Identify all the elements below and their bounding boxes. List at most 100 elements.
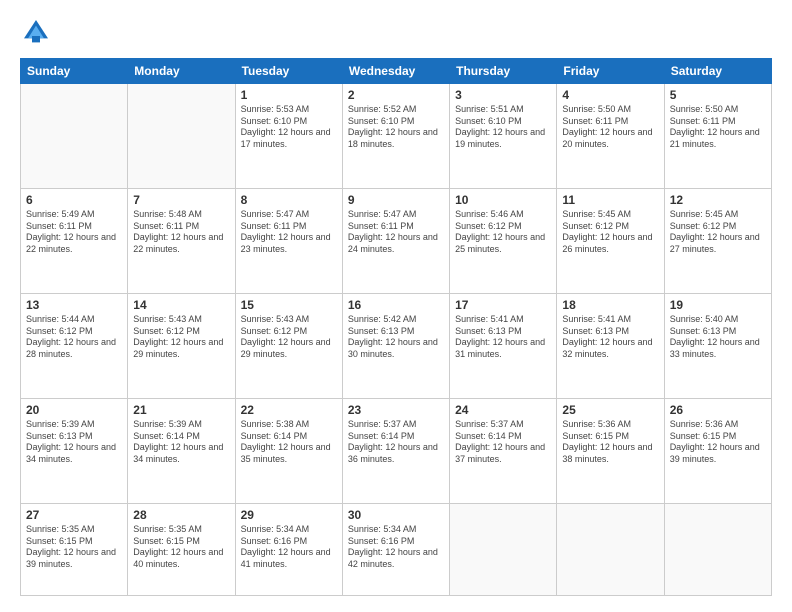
day-info: Sunrise: 5:39 AM Sunset: 6:13 PM Dayligh…: [26, 419, 122, 466]
day-info: Sunrise: 5:47 AM Sunset: 6:11 PM Dayligh…: [348, 209, 444, 256]
calendar-cell: 16 Sunrise: 5:42 AM Sunset: 6:13 PM Dayli…: [342, 293, 449, 398]
logo-icon: [20, 16, 52, 48]
calendar-cell: 22 Sunrise: 5:38 AM Sunset: 6:14 PM Dayli…: [235, 398, 342, 503]
day-number: 11: [562, 193, 658, 207]
calendar-week-2: 6 Sunrise: 5:49 AM Sunset: 6:11 PM Daylig…: [21, 188, 772, 293]
calendar-cell: 21 Sunrise: 5:39 AM Sunset: 6:14 PM Dayli…: [128, 398, 235, 503]
day-number: 14: [133, 298, 229, 312]
calendar-week-5: 27 Sunrise: 5:35 AM Sunset: 6:15 PM Dayli…: [21, 503, 772, 595]
day-number: 26: [670, 403, 766, 417]
weekday-header-friday: Friday: [557, 59, 664, 84]
weekday-header-tuesday: Tuesday: [235, 59, 342, 84]
day-number: 30: [348, 508, 444, 522]
day-info: Sunrise: 5:50 AM Sunset: 6:11 PM Dayligh…: [562, 104, 658, 151]
day-number: 16: [348, 298, 444, 312]
day-number: 2: [348, 88, 444, 102]
day-info: Sunrise: 5:37 AM Sunset: 6:14 PM Dayligh…: [348, 419, 444, 466]
calendar-cell: 19 Sunrise: 5:40 AM Sunset: 6:13 PM Dayli…: [664, 293, 771, 398]
day-number: 21: [133, 403, 229, 417]
day-info: Sunrise: 5:47 AM Sunset: 6:11 PM Dayligh…: [241, 209, 337, 256]
calendar-cell: 9 Sunrise: 5:47 AM Sunset: 6:11 PM Daylig…: [342, 188, 449, 293]
day-info: Sunrise: 5:43 AM Sunset: 6:12 PM Dayligh…: [133, 314, 229, 361]
calendar-cell: 25 Sunrise: 5:36 AM Sunset: 6:15 PM Dayli…: [557, 398, 664, 503]
weekday-header-wednesday: Wednesday: [342, 59, 449, 84]
day-info: Sunrise: 5:40 AM Sunset: 6:13 PM Dayligh…: [670, 314, 766, 361]
day-info: Sunrise: 5:44 AM Sunset: 6:12 PM Dayligh…: [26, 314, 122, 361]
calendar-cell: 20Sunrise: 5:39 AM Sunset: 6:13 PM Dayli…: [21, 398, 128, 503]
day-info: Sunrise: 5:34 AM Sunset: 6:16 PM Dayligh…: [241, 524, 337, 571]
day-info: Sunrise: 5:42 AM Sunset: 6:13 PM Dayligh…: [348, 314, 444, 361]
calendar-cell: [21, 84, 128, 189]
day-info: Sunrise: 5:52 AM Sunset: 6:10 PM Dayligh…: [348, 104, 444, 151]
weekday-header-thursday: Thursday: [450, 59, 557, 84]
calendar-cell: 3 Sunrise: 5:51 AM Sunset: 6:10 PM Daylig…: [450, 84, 557, 189]
day-number: 10: [455, 193, 551, 207]
day-info: Sunrise: 5:36 AM Sunset: 6:15 PM Dayligh…: [670, 419, 766, 466]
day-info: Sunrise: 5:39 AM Sunset: 6:14 PM Dayligh…: [133, 419, 229, 466]
day-info: Sunrise: 5:49 AM Sunset: 6:11 PM Dayligh…: [26, 209, 122, 256]
calendar-week-3: 13Sunrise: 5:44 AM Sunset: 6:12 PM Dayli…: [21, 293, 772, 398]
calendar-cell: 7 Sunrise: 5:48 AM Sunset: 6:11 PM Daylig…: [128, 188, 235, 293]
day-number: 28: [133, 508, 229, 522]
calendar-cell: 12 Sunrise: 5:45 AM Sunset: 6:12 PM Dayli…: [664, 188, 771, 293]
calendar-cell: 13Sunrise: 5:44 AM Sunset: 6:12 PM Dayli…: [21, 293, 128, 398]
day-info: Sunrise: 5:35 AM Sunset: 6:15 PM Dayligh…: [26, 524, 122, 571]
day-info: Sunrise: 5:48 AM Sunset: 6:11 PM Dayligh…: [133, 209, 229, 256]
calendar-cell: 1 Sunrise: 5:53 AM Sunset: 6:10 PM Daylig…: [235, 84, 342, 189]
day-info: Sunrise: 5:50 AM Sunset: 6:11 PM Dayligh…: [670, 104, 766, 151]
day-number: 15: [241, 298, 337, 312]
day-number: 24: [455, 403, 551, 417]
day-number: 8: [241, 193, 337, 207]
day-number: 12: [670, 193, 766, 207]
day-info: Sunrise: 5:43 AM Sunset: 6:12 PM Dayligh…: [241, 314, 337, 361]
day-info: Sunrise: 5:46 AM Sunset: 6:12 PM Dayligh…: [455, 209, 551, 256]
day-number: 17: [455, 298, 551, 312]
calendar-cell: 29 Sunrise: 5:34 AM Sunset: 6:16 PM Dayli…: [235, 503, 342, 595]
calendar-cell: [557, 503, 664, 595]
day-info: Sunrise: 5:38 AM Sunset: 6:14 PM Dayligh…: [241, 419, 337, 466]
calendar-cell: 10 Sunrise: 5:46 AM Sunset: 6:12 PM Dayli…: [450, 188, 557, 293]
day-number: 4: [562, 88, 658, 102]
calendar-cell: 27 Sunrise: 5:35 AM Sunset: 6:15 PM Dayli…: [21, 503, 128, 595]
day-number: 1: [241, 88, 337, 102]
weekday-header-saturday: Saturday: [664, 59, 771, 84]
calendar-cell: 14 Sunrise: 5:43 AM Sunset: 6:12 PM Dayli…: [128, 293, 235, 398]
calendar-cell: 26 Sunrise: 5:36 AM Sunset: 6:15 PM Dayli…: [664, 398, 771, 503]
calendar-cell: 8 Sunrise: 5:47 AM Sunset: 6:11 PM Daylig…: [235, 188, 342, 293]
day-number: 19: [670, 298, 766, 312]
day-info: Sunrise: 5:37 AM Sunset: 6:14 PM Dayligh…: [455, 419, 551, 466]
day-number: 3: [455, 88, 551, 102]
day-info: Sunrise: 5:34 AM Sunset: 6:16 PM Dayligh…: [348, 524, 444, 571]
day-number: 9: [348, 193, 444, 207]
day-info: Sunrise: 5:36 AM Sunset: 6:15 PM Dayligh…: [562, 419, 658, 466]
header: [20, 16, 772, 48]
day-number: 25: [562, 403, 658, 417]
day-info: Sunrise: 5:35 AM Sunset: 6:15 PM Dayligh…: [133, 524, 229, 571]
day-info: Sunrise: 5:45 AM Sunset: 6:12 PM Dayligh…: [670, 209, 766, 256]
day-number: 23: [348, 403, 444, 417]
calendar-cell: 4 Sunrise: 5:50 AM Sunset: 6:11 PM Daylig…: [557, 84, 664, 189]
calendar-cell: [664, 503, 771, 595]
weekday-header-monday: Monday: [128, 59, 235, 84]
calendar-header-row: SundayMondayTuesdayWednesdayThursdayFrid…: [21, 59, 772, 84]
day-info: Sunrise: 5:45 AM Sunset: 6:12 PM Dayligh…: [562, 209, 658, 256]
day-number: 6: [26, 193, 122, 207]
day-number: 7: [133, 193, 229, 207]
calendar-cell: 23 Sunrise: 5:37 AM Sunset: 6:14 PM Dayli…: [342, 398, 449, 503]
calendar-week-1: 1 Sunrise: 5:53 AM Sunset: 6:10 PM Daylig…: [21, 84, 772, 189]
day-number: 27: [26, 508, 122, 522]
day-info: Sunrise: 5:51 AM Sunset: 6:10 PM Dayligh…: [455, 104, 551, 151]
calendar-cell: 5Sunrise: 5:50 AM Sunset: 6:11 PM Daylig…: [664, 84, 771, 189]
page: SundayMondayTuesdayWednesdayThursdayFrid…: [0, 0, 792, 612]
calendar-cell: 15 Sunrise: 5:43 AM Sunset: 6:12 PM Dayli…: [235, 293, 342, 398]
day-number: 29: [241, 508, 337, 522]
calendar-cell: [128, 84, 235, 189]
day-number: 22: [241, 403, 337, 417]
logo: [20, 16, 56, 48]
day-info: Sunrise: 5:41 AM Sunset: 6:13 PM Dayligh…: [455, 314, 551, 361]
day-info: Sunrise: 5:53 AM Sunset: 6:10 PM Dayligh…: [241, 104, 337, 151]
calendar-week-4: 20Sunrise: 5:39 AM Sunset: 6:13 PM Dayli…: [21, 398, 772, 503]
calendar-cell: 2 Sunrise: 5:52 AM Sunset: 6:10 PM Daylig…: [342, 84, 449, 189]
calendar-cell: 17 Sunrise: 5:41 AM Sunset: 6:13 PM Dayli…: [450, 293, 557, 398]
calendar-cell: 11 Sunrise: 5:45 AM Sunset: 6:12 PM Dayli…: [557, 188, 664, 293]
